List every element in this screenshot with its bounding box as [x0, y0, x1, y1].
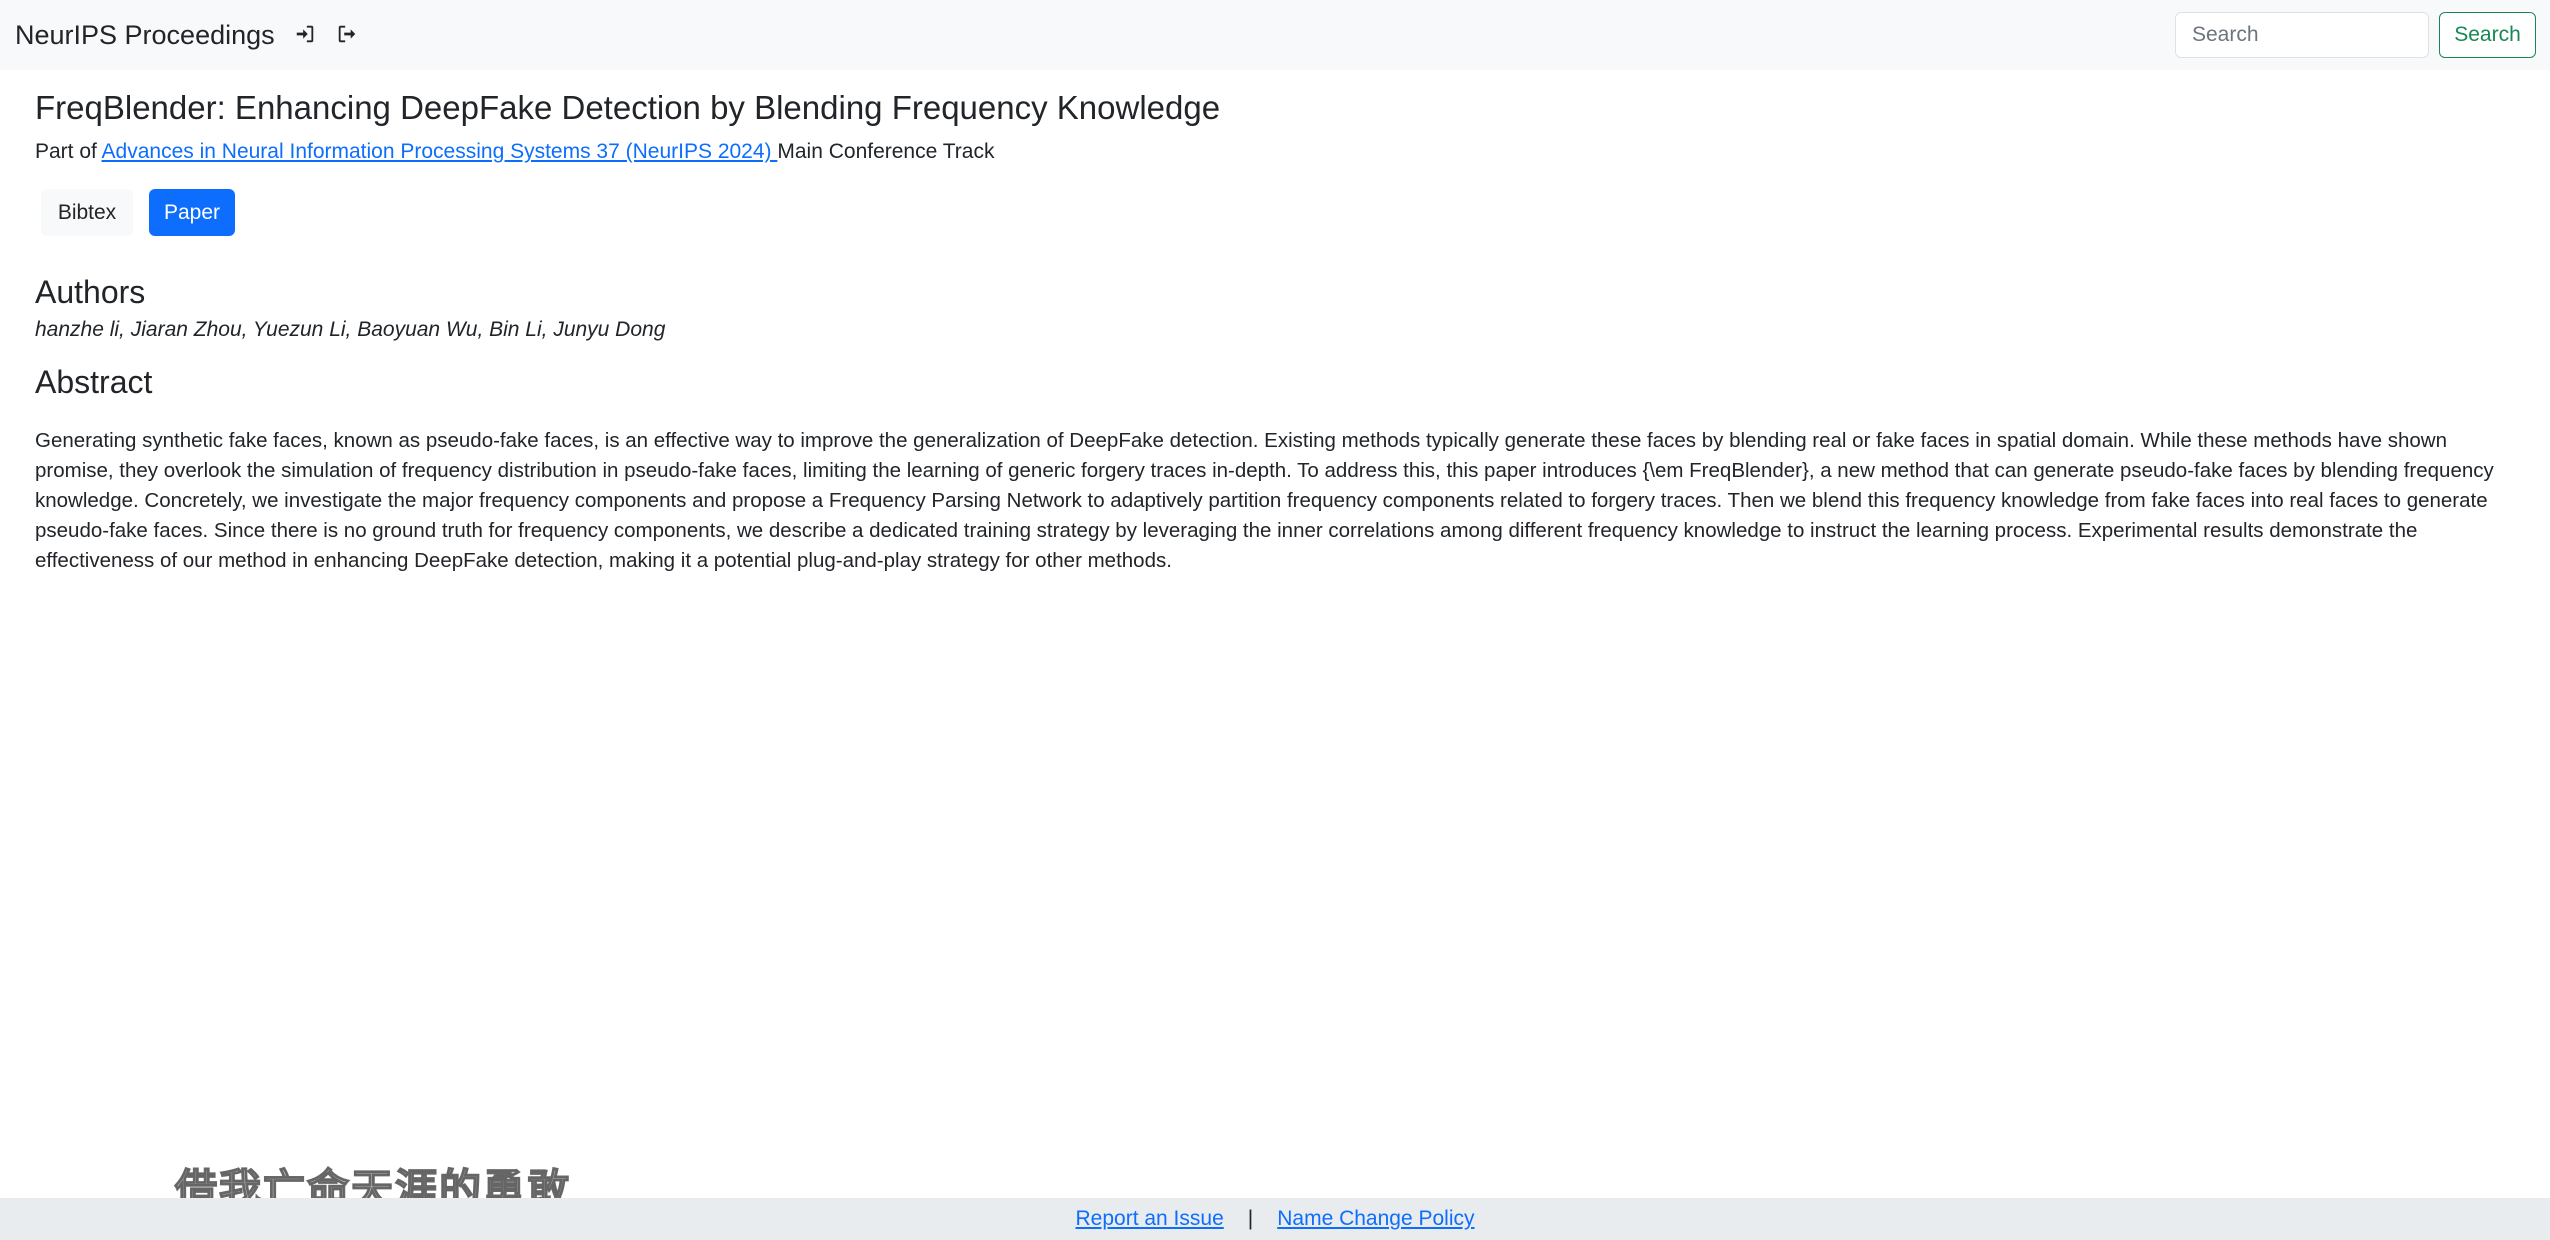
nav-icons: [292, 20, 360, 48]
footer-separator: |: [1247, 1207, 1254, 1230]
authors-list: hanzhe li, Jiaran Zhou, Yuezun Li, Baoyu…: [35, 318, 666, 341]
login-icon[interactable]: [292, 20, 318, 48]
paper-title: FreqBlender: Enhancing DeepFake Detectio…: [35, 89, 1221, 126]
part-of-line: Part of Advances in Neural Information P…: [35, 136, 2500, 168]
authors-heading: Authors: [35, 274, 146, 310]
brand-link[interactable]: NeurIPS Proceedings: [15, 16, 275, 54]
bibtex-button[interactable]: Bibtex: [41, 189, 133, 236]
logout-icon[interactable]: [334, 20, 360, 48]
track-label: Main Conference Track: [777, 140, 995, 163]
name-change-policy-link[interactable]: Name Change Policy: [1277, 1207, 1474, 1231]
abstract-heading: Abstract: [35, 364, 153, 400]
search-input[interactable]: [2175, 12, 2429, 58]
action-buttons: Bibtex Paper: [41, 189, 2500, 236]
footer: Report an Issue | Name Change Policy: [0, 1198, 2550, 1240]
search-button[interactable]: Search: [2439, 12, 2536, 58]
top-navbar: NeurIPS Proceedings Search: [0, 0, 2550, 70]
main-content: FreqBlender: Enhancing DeepFake Detectio…: [35, 84, 2500, 576]
abstract-text: Generating synthetic fake faces, known a…: [35, 429, 2494, 572]
conference-link[interactable]: Advances in Neural Information Processin…: [102, 140, 778, 163]
report-issue-link[interactable]: Report an Issue: [1076, 1207, 1224, 1231]
part-of-prefix: Part of: [35, 140, 102, 163]
paper-button[interactable]: Paper: [149, 189, 235, 236]
